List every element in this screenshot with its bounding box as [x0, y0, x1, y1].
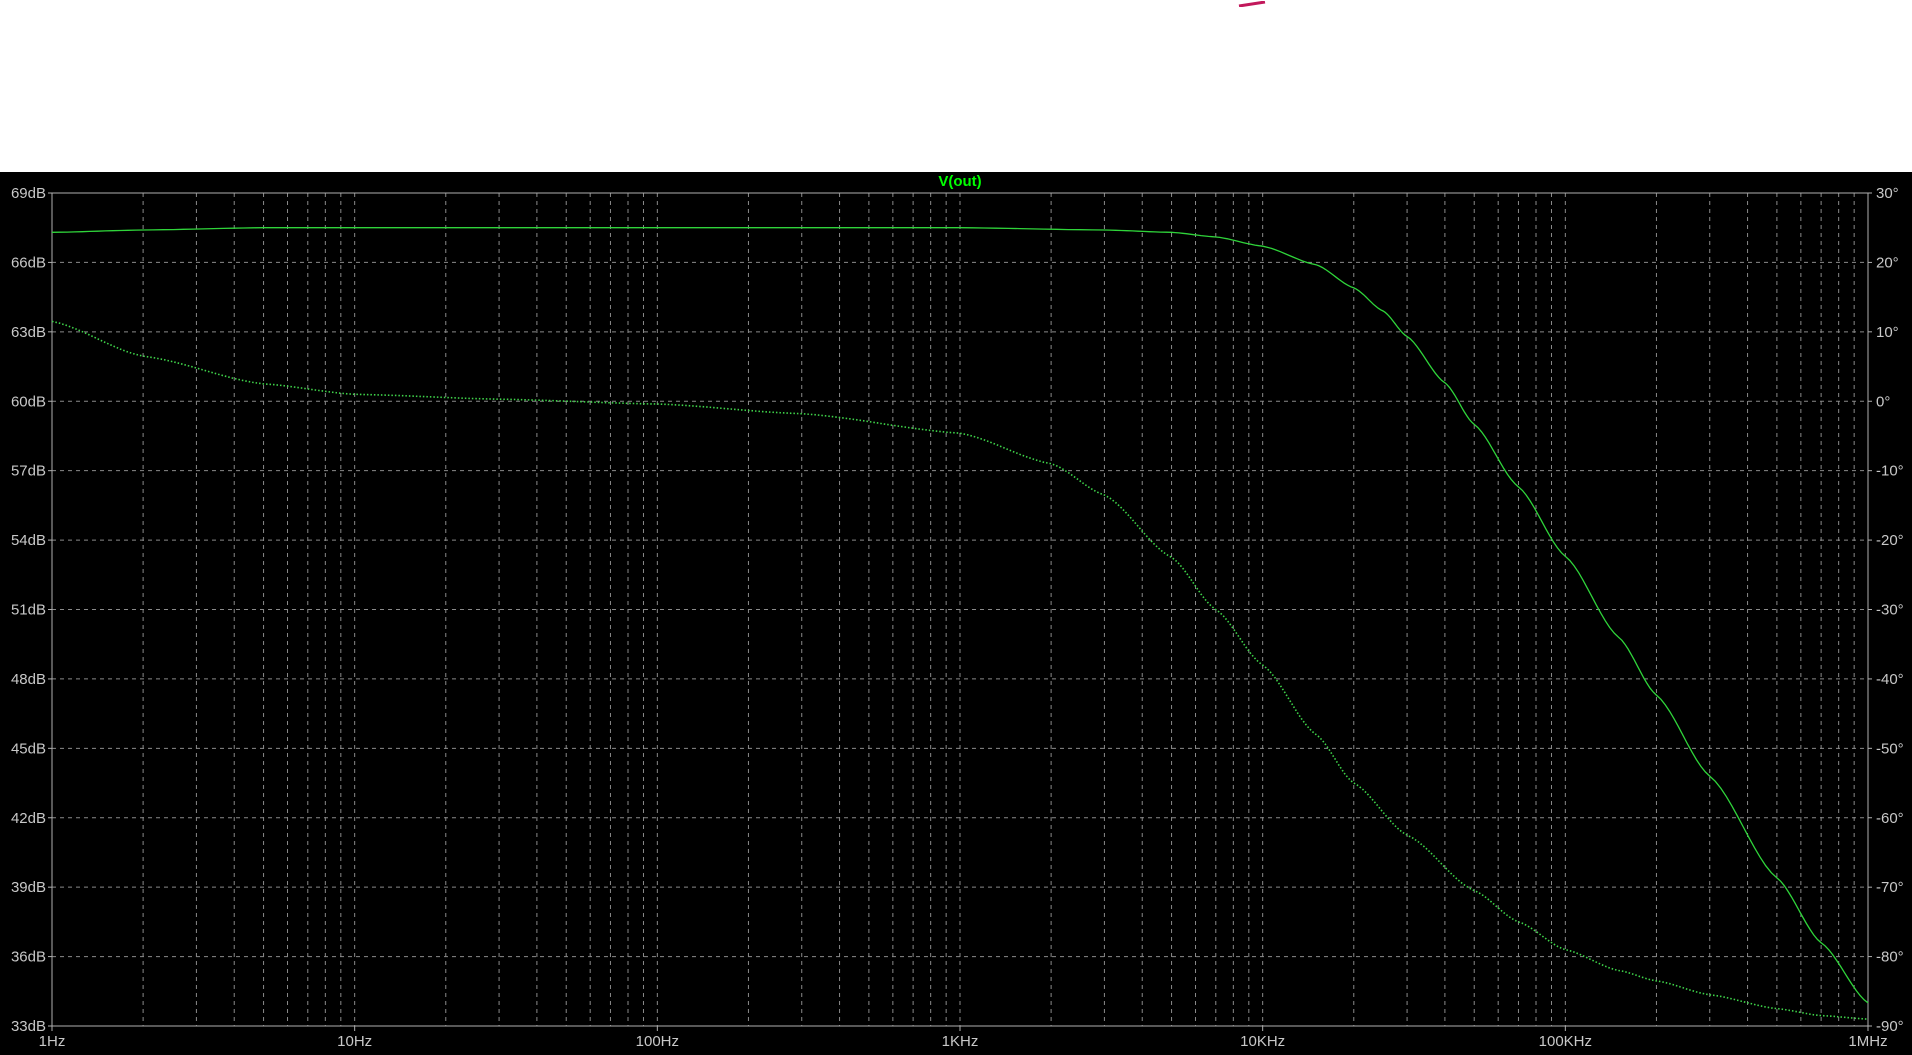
y-tick-label-right: -30°: [1876, 602, 1904, 619]
waveform-plot-pane[interactable]: V(out) 69dB 66dB 63dB 60dB 57dB 54dB 51dB 48dB 4…: [0, 172, 1912, 1055]
y-tick-label-left: 60dB: [11, 393, 46, 410]
waveform-chart[interactable]: V(out) 69dB 66dB 63dB 60dB 57dB 54dB 51dB 48dB 4…: [0, 172, 1912, 1055]
y-tick-label-left: 48dB: [11, 671, 46, 688]
y-tick-label-right: -70°: [1876, 879, 1904, 896]
y-tick-label-right: -40°: [1876, 671, 1904, 688]
y-tick-label-right: 20°: [1876, 254, 1899, 271]
y-tick-label-left: 57dB: [11, 463, 46, 480]
schematic-area: [0, 0, 1912, 172]
y-tick-label-left: 45dB: [11, 740, 46, 757]
x-tick-label: 10KHz: [1240, 1033, 1285, 1050]
y-tick-label-left: 39dB: [11, 879, 46, 896]
x-tick-label: 1KHz: [942, 1033, 979, 1050]
x-tick-label: 10Hz: [337, 1033, 372, 1050]
x-tick-label: 100Hz: [636, 1033, 679, 1050]
y-tick-label-right: -80°: [1876, 949, 1904, 966]
trace-title[interactable]: V(out): [938, 173, 981, 190]
x-axis: 1Hz 10Hz 100Hz 1KHz 10KHz 100KHz 1MHz: [39, 1026, 1888, 1050]
y-tick-label-right: 10°: [1876, 324, 1899, 341]
left-axis: 69dB 66dB 63dB 60dB 57dB 54dB 51dB 48dB 45dB 42dB…: [11, 185, 52, 1035]
x-tick-label: 100KHz: [1539, 1033, 1592, 1050]
right-axis: 30° 20° 10° 0° -10° -20° -30° -40° -50° -60° -70° -…: [1868, 185, 1904, 1035]
y-tick-label-right: -50°: [1876, 740, 1904, 757]
y-tick-label-left: 66dB: [11, 254, 46, 271]
y-tick-label-left: 42dB: [11, 810, 46, 827]
y-tick-label-right: 30°: [1876, 185, 1899, 202]
y-tick-label-right: -10°: [1876, 463, 1904, 480]
y-tick-label-right: -20°: [1876, 532, 1904, 549]
schematic-wire-mark: [1238, 1, 1266, 7]
x-tick-label: 1MHz: [1848, 1033, 1887, 1050]
y-tick-label-left: 54dB: [11, 532, 46, 549]
y-tick-label-left: 36dB: [11, 949, 46, 966]
x-tick-label: 1Hz: [39, 1033, 66, 1050]
y-tick-label-right: 0°: [1876, 393, 1890, 410]
magnitude-trace[interactable]: [51, 227, 1869, 1004]
y-tick-label-right: -60°: [1876, 810, 1904, 827]
y-tick-label-left: 69dB: [11, 185, 46, 202]
y-tick-label-left: 51dB: [11, 602, 46, 619]
grid: [52, 193, 1868, 1026]
y-tick-label-left: 63dB: [11, 324, 46, 341]
